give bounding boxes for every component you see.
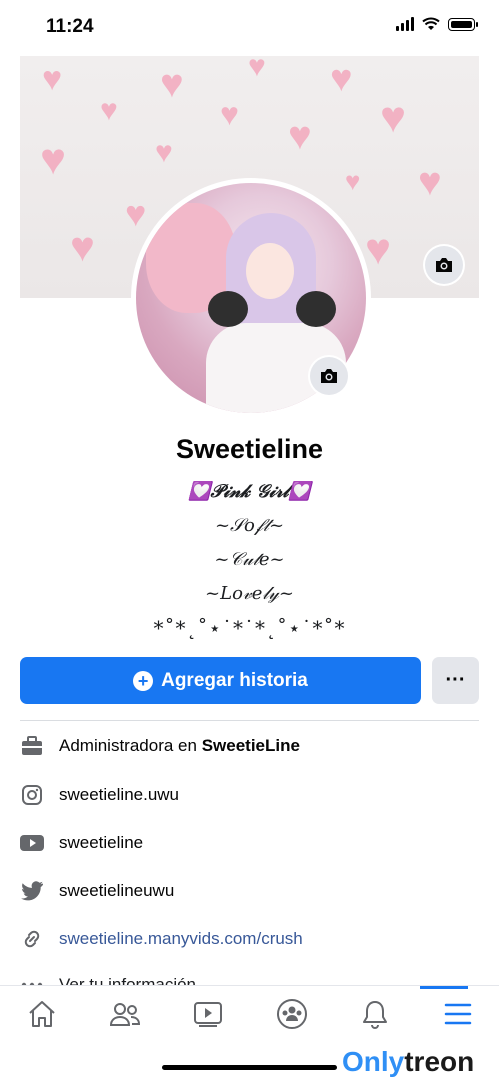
bio-line: ~𝒮𝑜𝒻𝓉~ (214, 515, 285, 536)
more-options-button[interactable]: ··· (432, 657, 479, 704)
notifications-icon (363, 1001, 387, 1029)
camera-icon (321, 369, 337, 383)
instagram-icon (20, 783, 44, 807)
work-org[interactable]: SweetieLine (202, 736, 300, 756)
friends-icon (109, 1003, 141, 1026)
youtube-icon (20, 831, 44, 855)
add-story-label: Agregar historia (161, 669, 308, 691)
heart-decoration: ♥ (42, 60, 63, 98)
heart-decoration: ♥ (248, 56, 266, 83)
website-link[interactable]: sweetieline.manyvids.com/crush (59, 929, 303, 949)
tab-home[interactable] (22, 994, 62, 1034)
plus-icon: + (133, 670, 154, 691)
youtube-handle: sweetieline (59, 833, 144, 852)
bottom-tab-bar (0, 985, 499, 1042)
edit-cover-camera-button[interactable] (425, 246, 463, 284)
heart-decoration: ♥ (380, 93, 407, 142)
watch-icon (194, 1002, 222, 1027)
watermark-logo: Onlytreon (338, 1044, 499, 1080)
groups-icon (277, 999, 307, 1029)
briefcase-icon (20, 734, 44, 758)
camera-icon (436, 258, 452, 272)
profile-name: Sweetieline (175, 434, 324, 464)
heart-decoration: ♥ (330, 58, 353, 100)
work-prefix: Administradora en (59, 736, 202, 755)
heart-decoration: ♥ (125, 193, 147, 234)
divider (20, 720, 479, 721)
active-tab-indicator (420, 986, 468, 989)
status-bar: 11:24 (0, 0, 499, 54)
tab-watch[interactable] (188, 994, 228, 1034)
status-time: 11:24 (46, 16, 94, 37)
home-icon (29, 1001, 55, 1027)
heart-decoration: ♥ (365, 225, 392, 274)
heart-decoration: ♥ (345, 166, 361, 196)
heart-decoration: ♥ (220, 96, 239, 132)
heart-decoration: ♥ (160, 62, 184, 106)
heart-decoration: ♥ (70, 223, 95, 270)
heart-decoration: ♥ (288, 114, 312, 158)
add-story-button[interactable]: + Agregar historia (20, 657, 421, 704)
bio-line: ~𝒞𝓊𝓉𝑒~ (214, 549, 285, 570)
tab-groups[interactable] (272, 994, 312, 1034)
menu-icon (444, 1003, 472, 1025)
info-work[interactable]: Administradora en SweetieLine (20, 731, 479, 761)
twitter-icon (20, 879, 44, 903)
heart-decoration: ♥ (418, 160, 442, 204)
battery-icon (448, 17, 478, 31)
status-icons (396, 17, 478, 31)
tab-menu[interactable] (438, 994, 478, 1034)
info-instagram[interactable]: sweetieline.uwu (20, 780, 479, 810)
twitter-handle: sweetielineuwu (59, 881, 175, 900)
instagram-handle: sweetieline.uwu (59, 785, 180, 804)
signal-icon (396, 17, 414, 31)
link-icon (20, 927, 44, 951)
wifi-icon (422, 17, 440, 30)
heart-decoration: ♥ (100, 94, 118, 127)
heart-decoration: ♥ (155, 136, 173, 169)
heart-decoration: ♥ (40, 135, 67, 184)
tab-notifications[interactable] (355, 994, 395, 1034)
info-twitter[interactable]: sweetielineuwu (20, 876, 479, 906)
tab-friends[interactable] (105, 994, 145, 1034)
bio-line: 💟𝒫𝒾𝓃𝓀 𝒢𝒾𝓇𝓁💟 (188, 481, 311, 502)
edit-avatar-camera-button[interactable] (310, 357, 348, 395)
info-youtube[interactable]: sweetieline (20, 828, 479, 858)
home-indicator (162, 1065, 337, 1070)
info-website[interactable]: sweetieline.manyvids.com/crush (20, 924, 479, 954)
bio-line: *˚*˛˚⋆˙*˙*˛˚⋆˙*˚* (153, 616, 346, 640)
bio-line: ~𝐿𝑜𝓋𝑒𝓁𝓎~ (205, 583, 294, 604)
